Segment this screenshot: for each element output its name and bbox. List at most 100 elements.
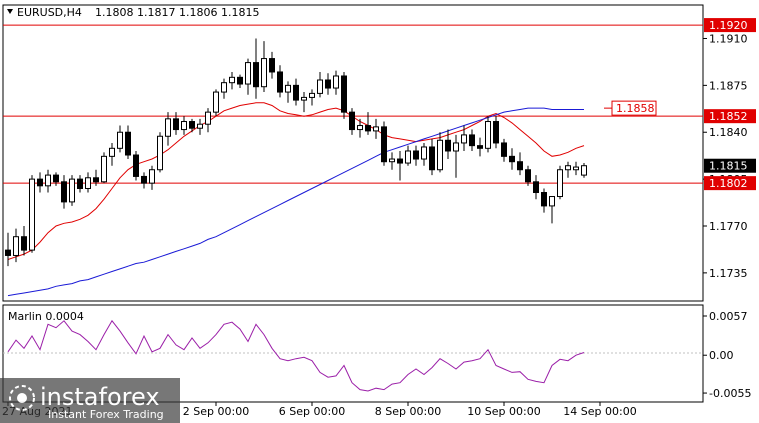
- candle-body: [485, 121, 491, 149]
- candle-body: [133, 154, 139, 177]
- watermark: instaforex Instant Forex Trading: [0, 378, 180, 423]
- eurusd-chart: 1.19101.18751.18401.18051.17701.1735 1.1…: [0, 4, 756, 423]
- candle: [341, 71, 347, 119]
- candle-body: [53, 174, 59, 183]
- candle-body: [301, 96, 307, 101]
- candle: [485, 116, 491, 153]
- level-label: 1.1920: [709, 19, 748, 32]
- candle-body: [461, 134, 467, 144]
- candle-body: [309, 92, 315, 98]
- candle-body: [189, 121, 195, 129]
- candle: [213, 89, 219, 117]
- candle-body: [101, 155, 107, 183]
- time-tick-label: 6 Sep 00:00: [279, 405, 345, 418]
- candle-body: [365, 125, 371, 132]
- price-tick-label: 1.1910: [709, 32, 748, 45]
- candle-body: [533, 181, 539, 194]
- watermark-brand: instaforex: [40, 383, 160, 411]
- candle-body: [357, 125, 363, 131]
- candle-body: [245, 62, 251, 85]
- candle: [69, 175, 75, 206]
- candle-body: [493, 121, 499, 144]
- candle-body: [173, 118, 179, 131]
- candle-body: [29, 178, 35, 251]
- candle-body: [421, 146, 427, 160]
- candle-body: [13, 236, 19, 256]
- candle-body: [413, 150, 419, 160]
- indicator-tick-label: 0.00: [709, 349, 734, 362]
- candle-body: [77, 178, 83, 189]
- candle-body: [181, 121, 187, 131]
- watermark-tagline: Instant Forex Trading: [48, 408, 164, 421]
- candle-body: [573, 166, 579, 171]
- chart-header: EURUSD,H4 1.1808 1.1817 1.1806 1.1815: [7, 6, 259, 19]
- target-marker-label: 1.1858: [616, 102, 655, 115]
- candle-body: [549, 196, 555, 207]
- indicator-tick-label: 0.0057: [709, 310, 748, 323]
- price-tick-label: 1.1840: [709, 126, 748, 139]
- candle: [557, 165, 563, 200]
- target-marker: 1.1858: [604, 100, 657, 116]
- candle-body: [445, 139, 451, 152]
- candle: [29, 175, 35, 253]
- level-label: 1.1852: [709, 110, 748, 123]
- candle-body: [397, 158, 403, 164]
- candle-body: [469, 134, 475, 147]
- price-axis: 1.19101.18751.18401.18051.17701.1735: [703, 32, 748, 280]
- price-tick-label: 1.1770: [709, 220, 748, 233]
- candle: [157, 132, 163, 173]
- candle-body: [509, 155, 515, 163]
- candle-body: [541, 192, 547, 207]
- price-panel: [2, 4, 704, 302]
- price-tick-label: 1.1875: [709, 79, 748, 92]
- candle-body: [229, 76, 235, 84]
- level-label: 1.1802: [709, 177, 748, 190]
- candle-body: [141, 175, 147, 184]
- candle-body: [21, 236, 27, 251]
- candle-body: [405, 150, 411, 164]
- candle-body: [85, 177, 91, 189]
- candle-body: [429, 146, 435, 171]
- candle-body: [285, 84, 291, 93]
- candle-body: [165, 118, 171, 137]
- candle: [101, 152, 107, 184]
- candle-body: [381, 126, 387, 163]
- candle-body: [317, 79, 323, 94]
- candle-body: [565, 165, 571, 171]
- candle-body: [557, 169, 563, 198]
- candle-body: [197, 123, 203, 129]
- candle-body: [477, 145, 483, 149]
- symbol-label: EURUSD,H4: [17, 6, 82, 19]
- candle-body: [93, 177, 99, 183]
- candle-body: [261, 58, 267, 88]
- candle-body: [69, 178, 75, 203]
- time-tick-label: 14 Sep 00:00: [563, 405, 636, 418]
- candle-body: [581, 165, 587, 176]
- time-tick-label: 10 Sep 00:00: [467, 405, 540, 418]
- candle-body: [109, 147, 115, 157]
- candle-body: [453, 142, 459, 152]
- current-price-label: 1.1815: [709, 160, 748, 173]
- candle-body: [525, 169, 531, 183]
- time-tick-label: 2 Sep 00:00: [183, 405, 249, 418]
- candle-body: [501, 142, 507, 157]
- candle: [381, 121, 387, 166]
- candle-body: [269, 58, 275, 73]
- price-tick-label: 1.1735: [709, 267, 748, 280]
- candle-body: [341, 75, 347, 113]
- indicator-label: Marlin 0.0004: [8, 310, 84, 323]
- candle-body: [221, 82, 227, 93]
- candle-body: [205, 111, 211, 125]
- candle-body: [517, 161, 523, 171]
- candle-body: [125, 131, 131, 156]
- candle-body: [45, 174, 51, 187]
- candle-body: [149, 169, 155, 184]
- candle-body: [373, 126, 379, 132]
- candle-body: [61, 181, 67, 203]
- candle-body: [333, 75, 339, 89]
- ohlc-readout: 1.1808 1.1817 1.1806 1.1815: [95, 6, 259, 19]
- candle-body: [253, 62, 259, 88]
- indicator-tick-label: -0.0055: [709, 387, 751, 400]
- candle-body: [237, 76, 243, 85]
- candle-body: [5, 249, 11, 256]
